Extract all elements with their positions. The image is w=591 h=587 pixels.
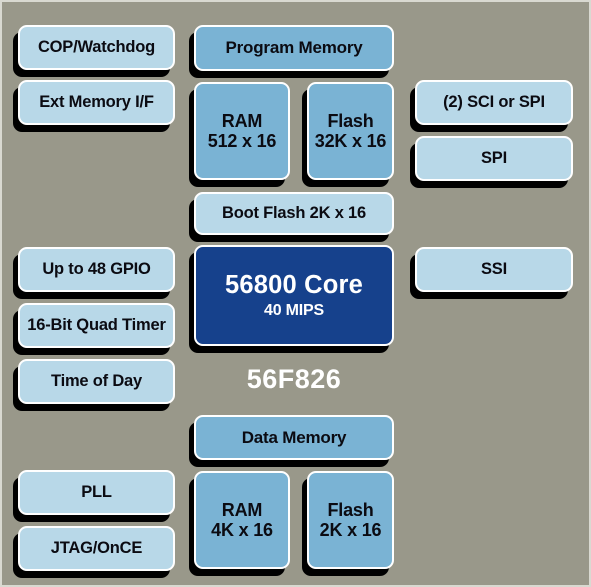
block-56800-core[interactable]: 56800 Core 40 MIPS	[194, 245, 394, 346]
block-sci-or-spi[interactable]: (2) SCI or SPI	[415, 80, 573, 125]
block-label: PLL	[81, 483, 112, 502]
core-label-primary: 56800 Core	[224, 270, 364, 299]
block-spi[interactable]: SPI	[415, 136, 573, 181]
block-label: Up to 48 GPIO	[42, 260, 151, 279]
block-label: Program Memory	[225, 38, 363, 58]
part-number-label: 56F826	[246, 364, 342, 394]
block-time-of-day[interactable]: Time of Day	[18, 359, 175, 404]
block-boot-flash[interactable]: Boot Flash 2K x 16	[194, 192, 394, 235]
block-data-flash[interactable]: Flash 2K x 16	[307, 471, 394, 569]
block-label: 16-Bit Quad Timer	[27, 316, 166, 335]
block-data-ram[interactable]: RAM 4K x 16	[194, 471, 290, 569]
block-program-memory[interactable]: Program Memory	[194, 25, 394, 71]
block-label: JTAG/OnCE	[50, 539, 143, 558]
block-label: SSI	[481, 260, 507, 279]
block-label-primary: Flash	[327, 110, 374, 131]
block-pll[interactable]: PLL	[18, 470, 175, 515]
block-label-primary: RAM	[221, 110, 263, 131]
block-label-secondary: 2K x 16	[319, 520, 382, 540]
block-label: Time of Day	[50, 372, 143, 391]
block-label: SPI	[481, 149, 507, 168]
block-label-primary: RAM	[221, 499, 263, 520]
block-label: (2) SCI or SPI	[443, 93, 545, 112]
block-jtag-once[interactable]: JTAG/OnCE	[18, 526, 175, 571]
block-label-secondary: 4K x 16	[211, 520, 273, 540]
block-ssi[interactable]: SSI	[415, 247, 573, 292]
block-program-ram[interactable]: RAM 512 x 16	[194, 82, 290, 180]
block-label-secondary: 512 x 16	[207, 131, 277, 151]
block-ext-memory-if[interactable]: Ext Memory I/F	[18, 80, 175, 125]
block-label: Ext Memory I/F	[39, 93, 154, 112]
block-label-secondary: 32K x 16	[314, 131, 387, 151]
block-label: COP/Watchdog	[37, 38, 156, 57]
block-cop-watchdog[interactable]: COP/Watchdog	[18, 25, 175, 70]
block-label: Boot Flash 2K x 16	[221, 204, 367, 223]
block-quad-timer[interactable]: 16-Bit Quad Timer	[18, 303, 175, 348]
block-data-memory[interactable]: Data Memory	[194, 415, 394, 460]
block-label-primary: Flash	[327, 499, 374, 520]
core-label-secondary: 40 MIPS	[264, 302, 324, 320]
block-gpio[interactable]: Up to 48 GPIO	[18, 247, 175, 292]
block-diagram: COP/Watchdog Ext Memory I/F Up to 48 GPI…	[0, 0, 591, 587]
block-label: Data Memory	[241, 427, 347, 447]
block-program-flash[interactable]: Flash 32K x 16	[307, 82, 394, 180]
